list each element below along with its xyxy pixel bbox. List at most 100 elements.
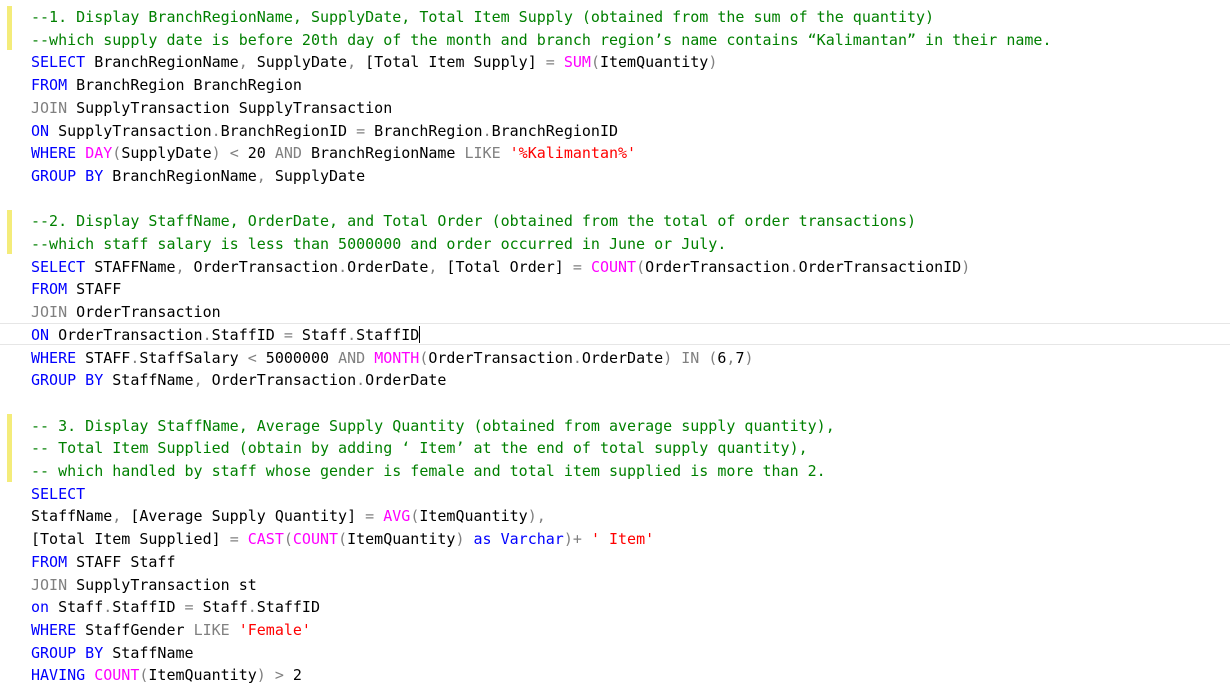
code-token: COUNT: [590, 257, 637, 276]
code-token: GROUP BY: [31, 643, 104, 662]
code-token: BranchRegion BranchRegion: [67, 76, 302, 95]
code-line[interactable]: SELECT STAFFName, OrderTransaction.Order…: [31, 256, 970, 278]
code-line[interactable]: WHERE DAY(SupplyDate) < 20 AND BranchReg…: [31, 142, 636, 164]
code-token: STAFF: [67, 280, 122, 299]
code-token: Staff: [193, 598, 248, 617]
code-token: WHERE: [31, 144, 77, 163]
code-token: AND: [338, 348, 366, 367]
code-token: '%Kalimantan%': [509, 144, 637, 163]
code-line[interactable]: on Staff.StaffID = Staff.StaffID: [31, 596, 320, 618]
code-token: StaffName: [103, 371, 194, 390]
code-line[interactable]: --1. Display BranchRegionName, SupplyDat…: [31, 6, 934, 28]
code-token: (: [338, 530, 348, 549]
change-marker: [7, 210, 12, 254]
code-token: 20: [238, 144, 275, 163]
code-token: --2. Display StaffName, OrderDate, and T…: [31, 212, 917, 231]
code-line[interactable]: -- Total Item Supplied (obtain by adding…: [31, 437, 808, 459]
code-line[interactable]: FROM STAFF Staff: [31, 551, 176, 573]
code-token: SupplyTransaction SupplyTransaction: [67, 98, 393, 117]
code-line[interactable]: GROUP BY StaffName, OrderTransaction.Ord…: [31, 369, 446, 391]
code-token: ' Item': [590, 530, 655, 549]
code-token: COUNT: [292, 530, 339, 549]
code-token: StaffID: [356, 325, 420, 344]
code-token: [Average Supply Quantity]: [121, 507, 366, 526]
code-line[interactable]: HAVING COUNT(ItemQuantity) > 2: [31, 664, 302, 686]
code-token: .: [338, 257, 348, 276]
code-line[interactable]: --2. Display StaffName, OrderDate, and T…: [31, 210, 916, 232]
code-token: .: [356, 371, 366, 390]
code-line[interactable]: JOIN SupplyTransaction st: [31, 574, 257, 596]
code-token: StaffName: [103, 643, 194, 662]
code-line[interactable]: [Total Item Supplied] = CAST(COUNT(ItemQ…: [31, 528, 654, 550]
code-token: OrderTransaction: [184, 257, 339, 276]
change-marker: [7, 414, 12, 482]
code-token: .: [103, 598, 113, 617]
code-token: ItemQuantity: [419, 507, 528, 526]
code-token: =: [229, 530, 239, 549]
code-token: Staff: [49, 598, 104, 617]
code-token: StaffID: [211, 325, 284, 344]
code-token: ,: [112, 507, 122, 526]
code-token: SUM: [563, 53, 591, 72]
code-token: SupplyDate: [247, 53, 348, 72]
code-token: ,: [193, 371, 203, 390]
code-token: StaffGender: [76, 620, 194, 639]
code-line[interactable]: WHERE STAFF. StaffSalary < 5000000 AND MO…: [31, 347, 754, 369]
text-cursor: [419, 325, 421, 343]
code-line[interactable]: GROUP BY BranchRegionName, SupplyDate: [31, 165, 365, 187]
code-line[interactable]: --which supply date is before 20th day o…: [31, 29, 1051, 51]
code-token: (: [590, 53, 600, 72]
code-token: BranchRegionName: [85, 53, 239, 72]
code-line[interactable]: --which staff salary is less than 500000…: [31, 233, 726, 255]
code-line[interactable]: JOIN OrderTransaction: [31, 301, 221, 323]
code-line[interactable]: -- which handled by staff whose gender i…: [31, 460, 826, 482]
code-token: DAY: [85, 144, 113, 163]
code-token: 2: [283, 666, 302, 685]
code-line[interactable]: -- 3. Display StaffName, Average Supply …: [31, 415, 835, 437]
code-line[interactable]: FROM BranchRegion BranchRegion: [31, 74, 302, 96]
code-token: .: [789, 257, 799, 276]
code-line[interactable]: SELECT: [31, 483, 85, 505]
code-line[interactable]: WHERE StaffGender LIKE 'Female': [31, 619, 311, 641]
code-token: 'Female': [238, 620, 311, 639]
code-token: SELECT: [31, 484, 86, 503]
code-token: <: [229, 144, 239, 163]
code-token: STAFF: [76, 348, 131, 367]
code-line[interactable]: JOIN SupplyTransaction SupplyTransaction: [31, 97, 392, 119]
code-line[interactable]: SELECT BranchRegionName, SupplyDate, [To…: [31, 51, 717, 73]
code-token: LIKE: [193, 620, 230, 639]
code-token: FROM: [31, 76, 68, 95]
code-line[interactable]: ON OrderTransaction.StaffID = Staff.Staf…: [31, 324, 421, 346]
code-token: STAFFName: [85, 257, 176, 276]
code-token: OrderTransaction: [428, 348, 573, 367]
sql-query-editor[interactable]: --1. Display BranchRegionName, SupplyDat…: [0, 0, 1230, 694]
code-line[interactable]: FROM STAFF: [31, 278, 121, 300]
code-token: COUNT: [94, 666, 140, 685]
code-token: (: [636, 257, 646, 276]
code-token: SupplyTransaction st: [67, 575, 257, 594]
code-token: ): [708, 53, 718, 72]
code-token: -- 3. Display StaffName, Average Supply …: [31, 416, 835, 435]
code-token: SupplyDate: [265, 166, 366, 185]
code-line[interactable]: GROUP BY StaffName: [31, 642, 194, 664]
code-token: ,: [347, 53, 357, 72]
code-line[interactable]: StaffName, [Average Supply Quantity] = A…: [31, 505, 546, 527]
code-token: .: [202, 325, 212, 344]
change-marker: [7, 6, 12, 50]
code-token: ): [211, 144, 221, 163]
code-token: OrderDate: [347, 257, 429, 276]
code-line[interactable]: ON SupplyTransaction.BranchRegionID = Br…: [31, 120, 618, 142]
code-token: as: [473, 530, 492, 549]
code-token: (: [112, 144, 122, 163]
code-token: GROUP BY: [31, 166, 104, 185]
code-token: MONTH: [374, 348, 420, 367]
code-token: CAST: [247, 530, 284, 549]
